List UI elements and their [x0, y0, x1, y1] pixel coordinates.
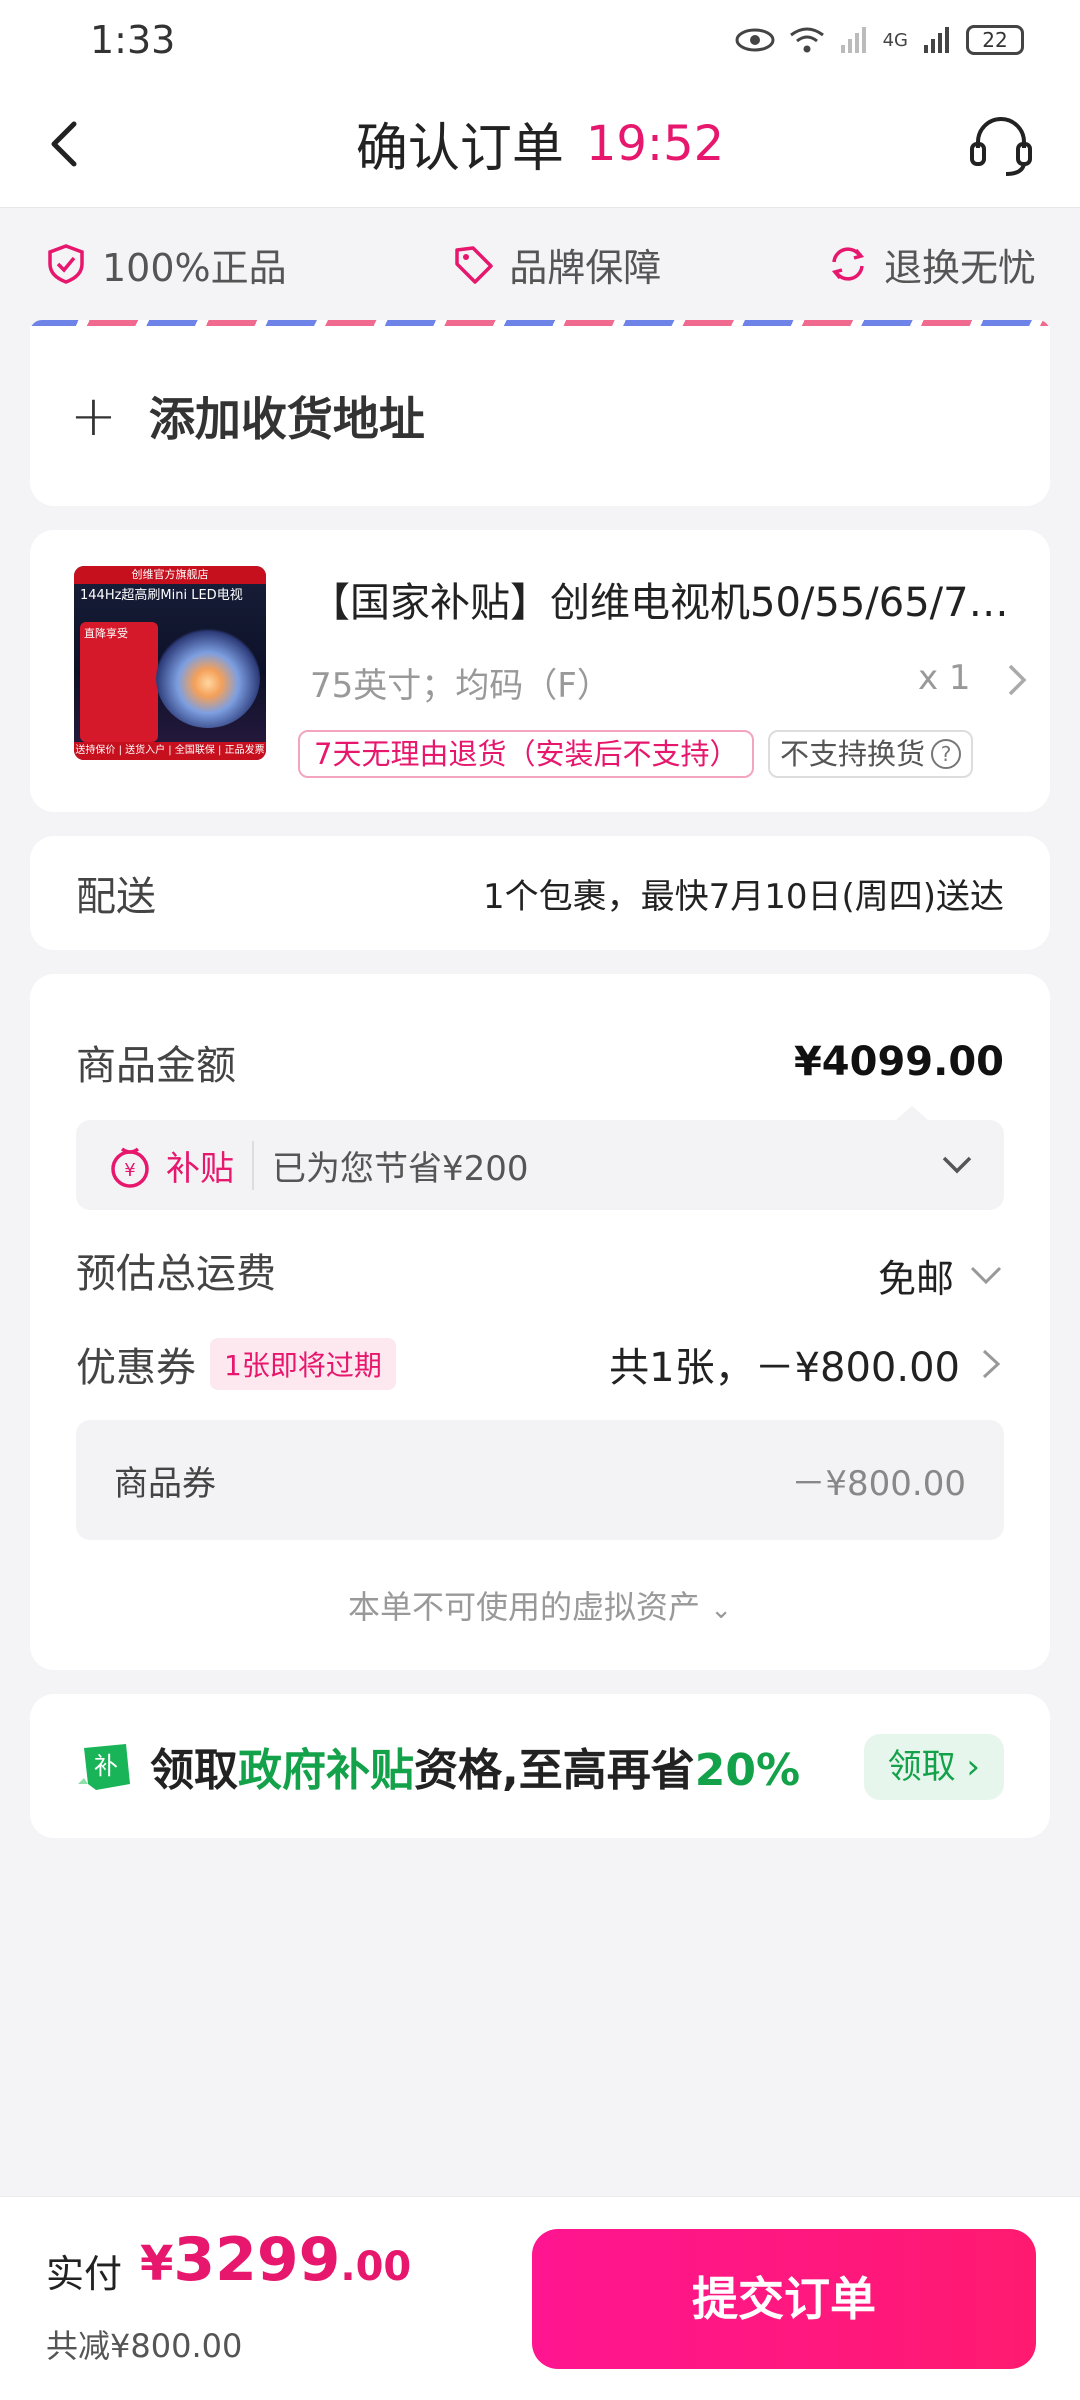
subsidy-label: 补贴 [166, 1140, 254, 1190]
signal-icon [840, 27, 866, 53]
thumb-image [156, 628, 260, 728]
coupon-value: 共1张，－¥800.00 [609, 1345, 960, 1391]
thumb-footer: 送持保价 | 送货入户 | 全国联保 | 正品发票 [74, 742, 266, 760]
gov-subsidy-card[interactable]: 补 领取政府补贴资格,至高再省20% 领取 › [30, 1694, 1050, 1838]
amount-value: ¥4099.00 [793, 1039, 1004, 1085]
shield-check-icon [48, 244, 84, 284]
add-address-label: 添加收货地址 [148, 392, 425, 446]
total-reduced: 共减¥800.00 [46, 2327, 243, 2365]
plus-icon: + [70, 383, 117, 449]
gov-prefix: 领取 [150, 1745, 238, 1796]
product-card[interactable]: 创维官方旗舰店 144Hz超高刷Mini LED电视 直降享受 送持保价 | 送… [30, 530, 1050, 812]
pay-label: 实付 [46, 2252, 123, 2296]
thumb-badge: 直降享受 [80, 622, 158, 742]
chevron-down-icon: ⌄ [710, 1595, 732, 1625]
chevron-right-icon[interactable] [1000, 660, 1034, 700]
amount-label: 商品金额 [76, 1043, 236, 1089]
back-arrow-icon[interactable] [36, 114, 96, 174]
guarantee-label: 品牌保障 [509, 245, 662, 290]
guarantee-authentic: 100%正品 [44, 237, 287, 292]
guarantee-label: 退换无忧 [883, 245, 1036, 290]
product-thumbnail[interactable]: 创维官方旗舰店 144Hz超高刷Mini LED电视 直降享受 送持保价 | 送… [74, 566, 266, 760]
delivery-label: 配送 [76, 874, 156, 920]
signal-icon-2 [924, 27, 949, 53]
svg-text:补: 补 [94, 1752, 118, 1780]
chevron-right-icon: › [966, 1747, 980, 1787]
gov-middle: 资格,至高再省 [414, 1745, 695, 1796]
delivery-value: 1个包裹，最快7月10日(周四)送达 [482, 876, 1004, 917]
system-icons: 4G 22 [735, 25, 1024, 55]
amount-row: 商品金额 ¥4099.00 [76, 1032, 1004, 1092]
nav-bar: 确认订单 19:52 [0, 80, 1080, 208]
product-quantity: x 1 [918, 658, 971, 698]
coupon-label: 优惠券 [76, 1345, 196, 1391]
chevron-right-icon [982, 1349, 1001, 1379]
price-summary-card: 商品金额 ¥4099.00 ¥ 补贴 已为您节省¥200 预估总运费 免邮 优惠… [30, 974, 1050, 1670]
gov-percent: 20% [694, 1745, 801, 1796]
virtual-assets-toggle[interactable]: 本单不可使用的虚拟资产 ⌄ [30, 1582, 1050, 1628]
exchange-policy-tag[interactable]: 不支持换货 ? [768, 730, 974, 778]
virtual-assets-label: 本单不可使用的虚拟资产 [348, 1588, 701, 1626]
chevron-down-icon[interactable] [940, 1150, 974, 1180]
shipping-row: 预估总运费 免邮 [76, 1240, 1004, 1303]
price-symbol: ¥ [140, 2236, 174, 2292]
price-decimal: .00 [340, 2244, 412, 2290]
price-integer: 3299 [173, 2225, 341, 2295]
coupon-detail: 商品券 －¥800.00 [76, 1420, 1004, 1540]
money-bag-icon: ¥ [111, 1147, 149, 1188]
thumb-headline: 144Hz超高刷Mini LED电视 [80, 588, 243, 603]
exchange-policy-label: 不支持换货 [780, 737, 926, 771]
status-time: 1:33 [90, 18, 176, 62]
subsidy-row[interactable]: ¥ 补贴 已为您节省¥200 [76, 1106, 1004, 1210]
coupon-item-label: 商品券 [114, 1463, 216, 1504]
chevron-down-icon [970, 1266, 1002, 1285]
return-policy-tag: 7天无理由退货（安装后不支持） [298, 730, 755, 778]
refresh-icon [831, 247, 865, 281]
delivery-card: 配送 1个包裹，最快7月10日(周四)送达 [30, 836, 1050, 950]
coupon-value-wrap: 共1张，－¥800.00 [609, 1335, 1004, 1393]
submit-order-button[interactable]: 提交订单 [532, 2229, 1036, 2369]
shipping-value-wrap[interactable]: 免邮 [878, 1248, 1004, 1303]
wifi-icon [789, 27, 824, 53]
shipping-label: 预估总运费 [76, 1251, 276, 1297]
coupon-expire-badge: 1张即将过期 [210, 1338, 396, 1390]
product-spec: 75英寸；均码（F） [310, 666, 611, 706]
page-title: 确认订单 [355, 119, 564, 179]
add-address-button[interactable]: + 添加收货地址 [30, 326, 1050, 506]
guarantee-label: 100%正品 [102, 245, 287, 290]
guarantee-row: 100%正品 品牌保障 退换无忧 [0, 208, 1080, 320]
coupon-row[interactable]: 优惠券 1张即将过期 共1张，－¥800.00 [76, 1334, 1004, 1394]
subsidy-saved: 已为您节省¥200 [272, 1148, 529, 1189]
price-tag-icon [455, 246, 494, 284]
coupon-item-value: －¥800.00 [791, 1463, 966, 1504]
question-icon[interactable]: ? [931, 739, 962, 769]
pay-price: ¥3299.00 [140, 2225, 411, 2295]
shipping-value: 免邮 [877, 1256, 954, 1301]
claim-label: 领取 [887, 1747, 956, 1787]
claim-button[interactable]: 领取 › [863, 1734, 1004, 1800]
svg-text:¥: ¥ [124, 1160, 135, 1181]
coupon-left: 优惠券 1张即将过期 [76, 1335, 396, 1393]
checkout-bar: 实付 ¥3299.00 共减¥800.00 提交订单 [0, 2196, 1080, 2400]
eye-icon [735, 28, 775, 52]
battery-icon: 22 [966, 25, 1024, 55]
guarantee-brand: 品牌保障 [451, 237, 661, 292]
customer-service-icon[interactable] [966, 110, 1036, 180]
countdown-timer: 19:52 [585, 115, 725, 172]
subsidy-notch [896, 1106, 928, 1120]
product-name: 【国家补贴】创维电视机50/55/65/75英寸Mini LED电视 [310, 580, 1020, 626]
gov-subsidy-text: 领取政府补贴资格,至高再省20% [150, 1734, 800, 1798]
network-type: 4G [882, 29, 908, 51]
subsidy-ticket-icon: 补 [78, 1744, 130, 1790]
thumb-shop: 创维官方旗舰店 [74, 566, 266, 584]
gov-highlight: 政府补贴 [238, 1745, 414, 1796]
status-bar: 1:33 4G 22 [0, 0, 1080, 80]
guarantee-return: 退换无忧 [826, 237, 1036, 292]
